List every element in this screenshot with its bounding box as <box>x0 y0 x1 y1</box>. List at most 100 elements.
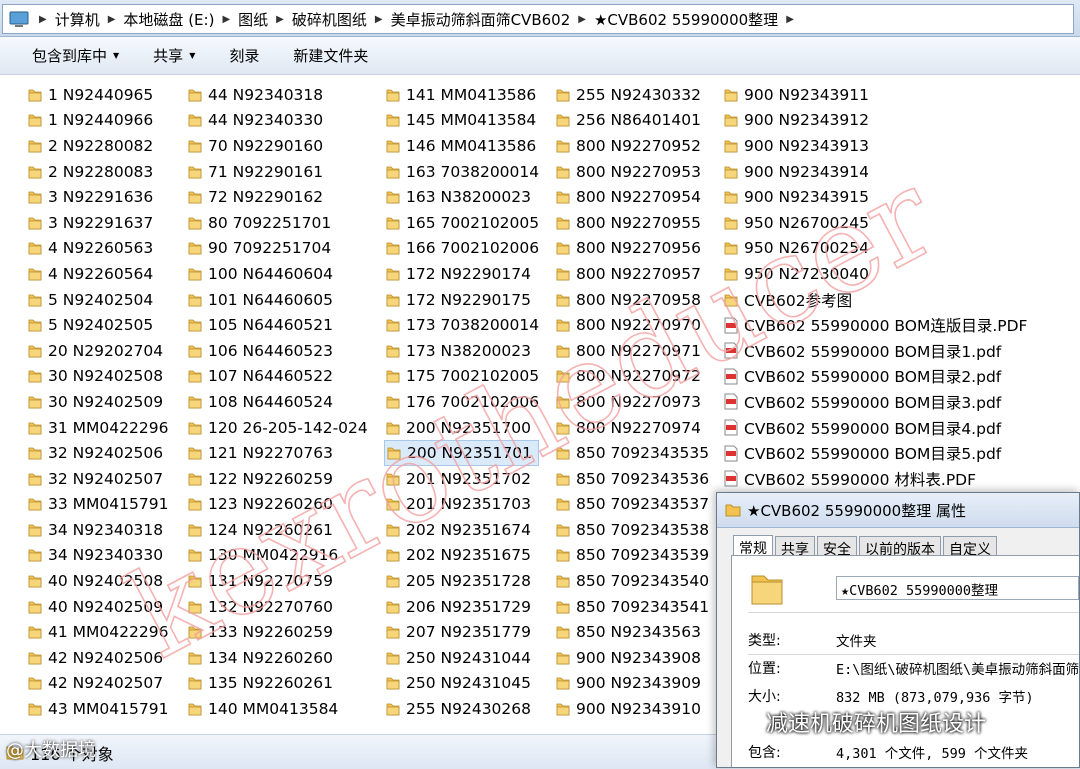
folder-item[interactable]: 71 N92290161 <box>186 159 368 185</box>
folder-item[interactable]: 44 N92340318 <box>186 82 368 108</box>
folder-item[interactable]: 132 N92270760 <box>186 594 368 620</box>
folder-item[interactable]: 800 N92270952 <box>554 133 709 159</box>
folder-item[interactable]: 850 7092343540 <box>554 568 709 594</box>
dialog-title-bar[interactable]: ★CVB602 55990000整理 属性 <box>717 493 1079 528</box>
breadcrumb-computer[interactable]: 计算机 <box>55 9 100 30</box>
folder-item[interactable]: 124 N92260261 <box>186 517 368 543</box>
folder-item[interactable]: 900 N92343915 <box>722 184 1027 210</box>
folder-item[interactable]: 100 N64460604 <box>186 261 368 287</box>
folder-item[interactable]: 166 7002102006 <box>384 236 539 262</box>
folder-item[interactable]: 173 N38200023 <box>384 338 539 364</box>
folder-item[interactable]: 800 N92270953 <box>554 159 709 185</box>
folder-item[interactable]: 80 7092251701 <box>186 210 368 236</box>
folder-item[interactable]: 800 N92270956 <box>554 236 709 262</box>
folder-item[interactable]: 2 N92280083 <box>26 159 168 185</box>
folder-item[interactable]: 42 N92402506 <box>26 645 168 671</box>
breadcrumb-screen[interactable]: 美卓振动筛斜面筛CVB602 <box>391 9 571 30</box>
folder-item[interactable]: 70 N92290160 <box>186 133 368 159</box>
folder-item[interactable]: 900 N92343910 <box>554 696 709 722</box>
pdf-file-item[interactable]: CVB602 55990000 BOM目录2.pdf <box>722 364 1027 390</box>
folder-item[interactable]: 4 N92260564 <box>26 261 168 287</box>
folder-item[interactable]: CVB602参考图 <box>722 287 1027 313</box>
tab-security[interactable]: 安全 <box>817 536 857 558</box>
folder-item[interactable]: 3 N92291636 <box>26 184 168 210</box>
folder-item[interactable]: 40 N92402508 <box>26 568 168 594</box>
breadcrumb-crusher-drawings[interactable]: 破碎机图纸 <box>292 9 367 30</box>
folder-item[interactable]: 800 N92270958 <box>554 287 709 313</box>
include-in-library-button[interactable]: 包含到库中 ▼ <box>32 45 119 66</box>
folder-item[interactable]: 950 N26700254 <box>722 236 1027 262</box>
folder-item[interactable]: 202 N92351675 <box>384 543 539 569</box>
folder-item[interactable]: 1 N92440965 <box>26 82 168 108</box>
folder-item[interactable]: 900 N92343911 <box>722 82 1027 108</box>
folder-item[interactable]: 176 7002102006 <box>384 389 539 415</box>
folder-item[interactable]: 122 N92260259 <box>186 466 368 492</box>
folder-item[interactable]: 200 N92351701 <box>384 440 540 466</box>
folder-item[interactable]: 146 MM0413586 <box>384 133 539 159</box>
share-button[interactable]: 共享 ▼ <box>153 45 195 66</box>
folder-item[interactable]: 900 N92343909 <box>554 671 709 697</box>
breadcrumb-drive[interactable]: 本地磁盘 (E:) <box>123 9 214 30</box>
folder-item[interactable]: 950 N26700245 <box>722 210 1027 236</box>
folder-item[interactable]: 44 N92340330 <box>186 108 368 134</box>
folder-item[interactable]: 5 N92402504 <box>26 287 168 313</box>
folder-item[interactable]: 175 7002102005 <box>384 364 539 390</box>
folder-item[interactable]: 108 N64460524 <box>186 389 368 415</box>
folder-item[interactable]: 101 N64460605 <box>186 287 368 313</box>
folder-item[interactable]: 5 N92402505 <box>26 312 168 338</box>
folder-item[interactable]: 131 N92270759 <box>186 568 368 594</box>
folder-item[interactable]: 800 N92270954 <box>554 184 709 210</box>
folder-item[interactable]: 41 MM0422296 <box>26 619 168 645</box>
burn-button[interactable]: 刻录 <box>229 45 259 66</box>
folder-item[interactable]: 256 N86401401 <box>554 108 709 134</box>
folder-item[interactable]: 850 N92343563 <box>554 619 709 645</box>
folder-item[interactable]: 33 MM0415791 <box>26 492 168 518</box>
folder-item[interactable]: 900 N92343914 <box>722 159 1027 185</box>
folder-item[interactable]: 72 N92290162 <box>186 184 368 210</box>
tab-customize[interactable]: 自定义 <box>943 536 997 558</box>
address-box[interactable]: ▶ 计算机 ▶ 本地磁盘 (E:) ▶ 图纸 ▶ 破碎机图纸 ▶ 美卓振动筛斜面… <box>2 4 1074 34</box>
folder-item[interactable]: 30 N92402508 <box>26 364 168 390</box>
tab-previous-versions[interactable]: 以前的版本 <box>859 536 941 558</box>
folder-item[interactable]: 34 N92340318 <box>26 517 168 543</box>
folder-item[interactable]: 900 N92343908 <box>554 645 709 671</box>
folder-item[interactable]: 255 N92430268 <box>384 696 539 722</box>
folder-item[interactable]: 900 N92343913 <box>722 133 1027 159</box>
folder-item[interactable]: 800 N92270973 <box>554 389 709 415</box>
folder-item[interactable]: 31 MM0422296 <box>26 415 168 441</box>
new-folder-button[interactable]: 新建文件夹 <box>293 45 368 66</box>
folder-item[interactable]: 800 N92270957 <box>554 261 709 287</box>
folder-item[interactable]: 800 N92270970 <box>554 312 709 338</box>
folder-item[interactable]: 40 N92402509 <box>26 594 168 620</box>
folder-item[interactable]: 135 N92260261 <box>186 671 368 697</box>
folder-item[interactable]: 107 N64460522 <box>186 364 368 390</box>
folder-item[interactable]: 205 N92351728 <box>384 568 539 594</box>
pdf-file-item[interactable]: CVB602 55990000 BOM目录3.pdf <box>722 389 1027 415</box>
folder-item[interactable]: 4 N92260563 <box>26 236 168 262</box>
folder-item[interactable]: 140 MM0413584 <box>186 696 368 722</box>
pdf-file-item[interactable]: CVB602 55990000 BOM目录1.pdf <box>722 338 1027 364</box>
folder-item[interactable]: 850 7092343536 <box>554 466 709 492</box>
folder-item[interactable]: 255 N92430332 <box>554 82 709 108</box>
folder-item[interactable]: 20 N29202704 <box>26 338 168 364</box>
folder-item[interactable]: 207 N92351779 <box>384 619 539 645</box>
folder-item[interactable]: 120 26-205-142-024 <box>186 415 368 441</box>
folder-item[interactable]: 32 N92402507 <box>26 466 168 492</box>
pdf-file-item[interactable]: CVB602 55990000 BOM连版目录.PDF <box>722 312 1027 338</box>
folder-item[interactable]: 850 7092343539 <box>554 543 709 569</box>
tab-general[interactable]: 常规 <box>733 535 773 557</box>
breadcrumb-drawings[interactable]: 图纸 <box>238 9 268 30</box>
folder-item[interactable]: 105 N64460521 <box>186 312 368 338</box>
folder-item[interactable]: 202 N92351674 <box>384 517 539 543</box>
folder-item[interactable]: 950 N27230040 <box>722 261 1027 287</box>
folder-item[interactable]: 165 7002102005 <box>384 210 539 236</box>
folder-item[interactable]: 43 MM0415791 <box>26 696 168 722</box>
folder-item[interactable]: 172 N92290175 <box>384 287 539 313</box>
folder-item[interactable]: 173 7038200014 <box>384 312 539 338</box>
folder-item[interactable]: 800 N92270955 <box>554 210 709 236</box>
folder-item[interactable]: 34 N92340330 <box>26 543 168 569</box>
folder-item[interactable]: 2 N92280082 <box>26 133 168 159</box>
folder-item[interactable]: 30 N92402509 <box>26 389 168 415</box>
pdf-file-item[interactable]: CVB602 55990000 材料表.PDF <box>722 466 1027 492</box>
folder-item[interactable]: 850 7092343537 <box>554 492 709 518</box>
